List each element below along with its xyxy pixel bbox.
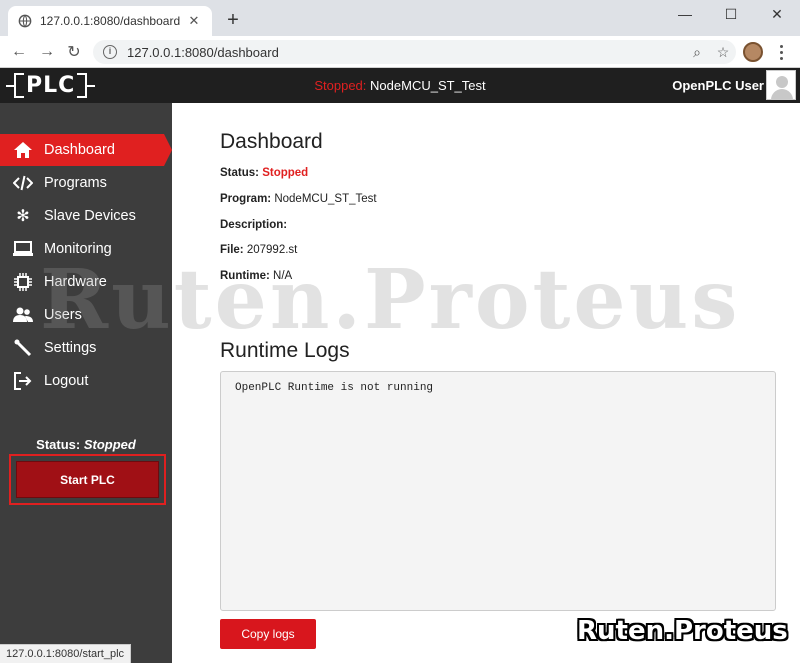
globe-icon (18, 14, 32, 28)
app-header: PLC Stopped: NodeMCU_ST_Test OpenPLC Use… (0, 68, 800, 103)
minimize-button[interactable]: — (662, 0, 708, 28)
bookmark-star-icon[interactable]: ☆ (710, 44, 736, 61)
chip-icon (12, 272, 34, 292)
sidebar-item-users[interactable]: Users (0, 299, 172, 331)
start-plc-button[interactable]: Start PLC (16, 461, 159, 498)
user-avatar-icon[interactable] (766, 70, 796, 100)
code-icon (12, 173, 34, 193)
sidebar: Dashboard Programs ✻ Slave Devices Monit… (0, 103, 172, 663)
watermark-small: Ruten.Proteus (577, 616, 788, 646)
file-value: 207992.st (246, 244, 298, 256)
description-row: Description: (220, 219, 288, 231)
zoom-icon[interactable]: ⌕ (684, 44, 710, 61)
sidebar-item-logout[interactable]: Logout (0, 365, 172, 397)
forward-arrow-icon[interactable]: → (36, 41, 58, 63)
logout-icon (12, 371, 34, 391)
file-row: File: 207992.st (220, 244, 298, 256)
url-text[interactable]: 127.0.0.1:8080/dashboard (127, 45, 684, 60)
header-program-name: NodeMCU_ST_Test (370, 78, 486, 93)
sidebar-item-dashboard[interactable]: Dashboard (0, 134, 172, 166)
copy-logs-button[interactable]: Copy logs (220, 619, 316, 649)
address-bar[interactable]: i 127.0.0.1:8080/dashboard ⌕ ☆ (93, 40, 736, 64)
browser-tab[interactable]: 127.0.0.1:8080/dashboard ✕ (8, 6, 212, 36)
status-value: Stopped (262, 167, 309, 179)
browser-tabstrip: 127.0.0.1:8080/dashboard ✕ + — ☐ ✕ (0, 0, 800, 36)
runtime-logs-title: Runtime Logs (220, 339, 350, 362)
main-content: Dashboard Status: Stopped Program: NodeM… (172, 103, 800, 663)
program-value: NodeMCU_ST_Test (274, 193, 377, 205)
reload-icon[interactable]: ↻ (63, 41, 85, 63)
back-arrow-icon[interactable]: ← (8, 41, 30, 63)
start-plc-highlight: Start PLC (9, 454, 166, 505)
runtime-logs-box[interactable]: OpenPLC Runtime is not running (220, 371, 776, 611)
program-row: Program: NodeMCU_ST_Test (220, 193, 377, 205)
new-tab-button[interactable]: + (222, 9, 244, 31)
tab-title: 127.0.0.1:8080/dashboard (40, 14, 181, 28)
info-icon[interactable]: i (103, 45, 117, 59)
browser-menu-icon[interactable] (774, 42, 788, 62)
user-name[interactable]: OpenPLC User (672, 78, 764, 93)
sidebar-status-value: Stopped (83, 437, 136, 452)
users-icon (12, 305, 34, 325)
sidebar-item-monitoring[interactable]: Monitoring (0, 233, 172, 265)
page-title: Dashboard (220, 130, 323, 153)
runtime-value: N/A (273, 270, 293, 282)
sidebar-item-programs[interactable]: Programs (0, 167, 172, 199)
profile-avatar[interactable] (743, 42, 763, 62)
browser-toolbar: ← → ↻ i 127.0.0.1:8080/dashboard ⌕ ☆ (0, 36, 800, 68)
runtime-row: Runtime: N/A (220, 270, 293, 282)
close-tab-icon[interactable]: ✕ (186, 13, 202, 29)
close-window-button[interactable]: ✕ (754, 0, 800, 28)
link-preview-url: 127.0.0.1:8080/start_plc (0, 644, 132, 663)
gear-cluster-icon: ✻ (16, 208, 30, 225)
home-icon (12, 140, 34, 160)
status-row: Status: Stopped (220, 167, 309, 179)
header-status-label: Stopped: (314, 78, 367, 93)
sidebar-status: Status: Stopped (36, 437, 136, 452)
maximize-button[interactable]: ☐ (708, 0, 754, 28)
wrench-icon (12, 338, 34, 358)
sidebar-item-hardware[interactable]: Hardware (0, 266, 172, 298)
sidebar-item-slave-devices[interactable]: ✻ Slave Devices (0, 200, 172, 232)
monitor-icon (12, 239, 34, 259)
sidebar-item-settings[interactable]: Settings (0, 332, 172, 364)
